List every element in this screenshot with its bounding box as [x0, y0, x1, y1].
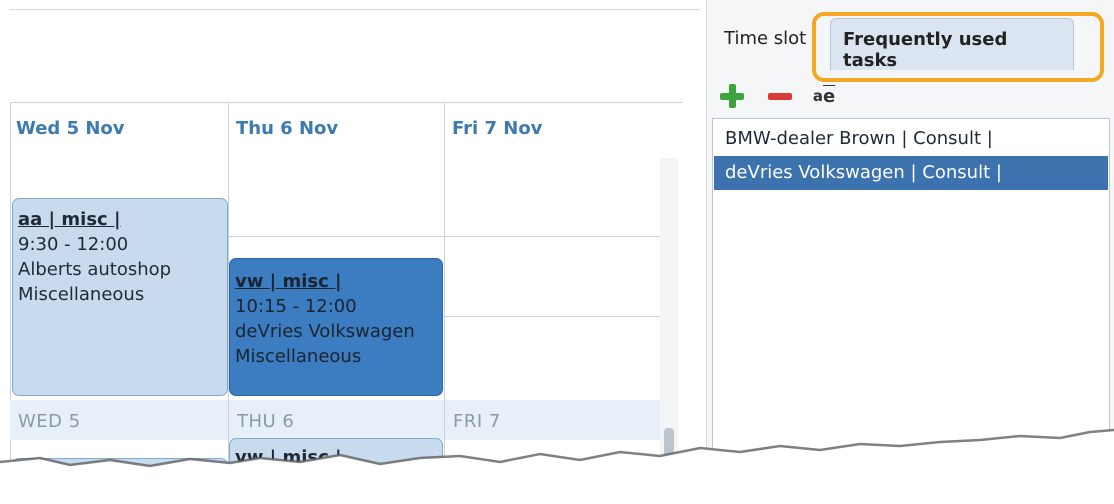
- event-partial-vw[interactable]: vw | misc |: [229, 438, 443, 504]
- event-customer: Alberts autoshop: [18, 259, 172, 280]
- event-partial-wed[interactable]: [12, 458, 228, 504]
- day-header-fri[interactable]: Fri 7 Nov: [452, 118, 542, 139]
- day-header-wed[interactable]: Wed 5 Nov: [16, 118, 125, 139]
- minus-icon[interactable]: [766, 84, 794, 108]
- screenshot-root: Wed 5 Nov Thu 6 Nov Fri 7 Nov aa | misc …: [0, 0, 1114, 504]
- rename-icon-e: e: [822, 85, 836, 107]
- header-top-rule: [10, 102, 682, 103]
- event-title: vw | misc |: [235, 271, 342, 292]
- event-title: aa | misc |: [18, 209, 121, 230]
- event-category: Miscellaneous: [18, 284, 145, 305]
- week-row-label: FRI 7: [453, 411, 501, 432]
- week-row-label: THU 6: [237, 411, 295, 432]
- slot-rule-1: [228, 236, 660, 237]
- event-title: vw | misc |: [235, 447, 342, 468]
- tasks-panel: Time slot Frequently used tasks ae BMW-d…: [706, 0, 1114, 504]
- column-divider-2: [444, 102, 445, 504]
- callout-highlight-frame: [812, 12, 1104, 82]
- event-customer: deVries Volkswagen: [235, 321, 415, 342]
- rename-icon[interactable]: ae: [810, 84, 838, 108]
- event-time: 9:30 - 12:00: [18, 234, 129, 255]
- event-vw-misc[interactable]: vw | misc | 10:15 - 12:00 deVries Volksw…: [229, 258, 443, 396]
- rename-icon-a: a: [812, 87, 823, 105]
- day-header-thu[interactable]: Thu 6 Nov: [236, 118, 338, 139]
- plus-icon[interactable]: [718, 84, 746, 108]
- task-item-bmw-dealer-brown[interactable]: BMW-dealer Brown | Consult |: [714, 122, 1108, 156]
- week-row-header-fri[interactable]: FRI 7: [445, 400, 660, 440]
- event-category: Miscellaneous: [235, 346, 362, 367]
- column-divider-0: [10, 102, 11, 504]
- calendar-scrollbar-track[interactable]: [660, 158, 678, 468]
- event-aa-misc[interactable]: aa | misc | 9:30 - 12:00 Alberts autosho…: [12, 198, 228, 396]
- calendar-scrollbar-thumb[interactable]: [664, 428, 674, 468]
- task-item-devries-volkswagen[interactable]: deVries Volkswagen | Consult |: [714, 156, 1108, 190]
- calendar-view: Wed 5 Nov Thu 6 Nov Fri 7 Nov aa | misc …: [0, 0, 700, 504]
- week-row-header-thu[interactable]: THU 6: [229, 400, 444, 440]
- panel-divider: [706, 0, 707, 504]
- week-row-label: WED 5: [18, 411, 81, 432]
- frequent-task-list[interactable]: BMW-dealer Brown | Consult | deVries Vol…: [712, 118, 1110, 504]
- calendar-top-rule: [10, 9, 700, 10]
- event-time: 10:15 - 12:00: [235, 296, 357, 317]
- week-row-header-wed[interactable]: WED 5: [10, 400, 228, 440]
